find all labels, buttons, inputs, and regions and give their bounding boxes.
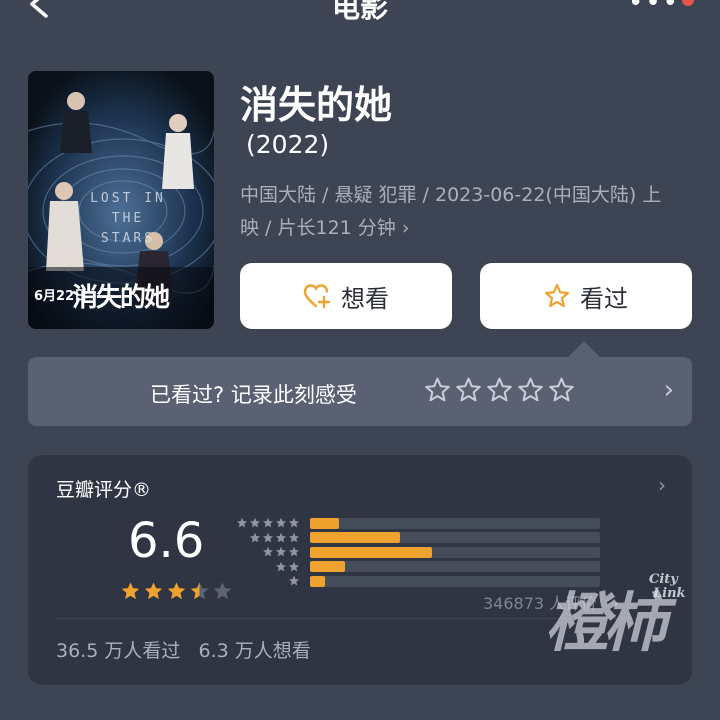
star-half-icon xyxy=(190,582,209,600)
star-outline-icon[interactable] xyxy=(517,377,544,404)
page-title: 电影 xyxy=(331,0,388,24)
distribution-row-4 xyxy=(236,531,600,546)
douban-score-stars xyxy=(120,581,233,602)
chevron-right-icon[interactable]: › xyxy=(664,375,674,405)
star-outline-icon[interactable] xyxy=(424,377,451,404)
prompt-pointer xyxy=(568,341,600,357)
distribution-row-5 xyxy=(236,516,600,531)
star-small-icon xyxy=(276,547,286,557)
star-small-icon xyxy=(289,561,299,572)
heart-plus-icon xyxy=(303,284,331,309)
distribution-row-3 xyxy=(236,545,600,560)
rate-prompt-text: 已看过? 记录此刻感受 xyxy=(150,383,357,407)
distribution-stars xyxy=(236,532,300,544)
more-dots-icon: ••• xyxy=(627,0,680,18)
distribution-stars xyxy=(236,561,300,573)
star-small-icon xyxy=(237,518,247,528)
star-outline-icon[interactable] xyxy=(548,377,575,404)
star-outline-icon[interactable] xyxy=(455,377,482,404)
distribution-bar xyxy=(310,575,325,587)
citylink-watermark-logo: 橙柿 City Link xyxy=(545,568,715,688)
distribution-track xyxy=(310,517,600,529)
want-to-watch-button[interactable]: 想看 xyxy=(240,263,452,329)
rate-star-picker[interactable] xyxy=(424,377,575,404)
douban-score-label: 豆瓣评分® xyxy=(56,479,152,501)
top-nav-bar: 电影 ••• xyxy=(0,0,720,28)
star-filled-icon xyxy=(167,582,186,600)
star-outline-icon xyxy=(544,283,570,308)
watermark-link: Link xyxy=(653,586,686,601)
distribution-stars xyxy=(236,546,300,558)
distribution-bar xyxy=(310,517,339,529)
star-small-icon xyxy=(289,547,299,557)
distribution-stars xyxy=(236,517,300,529)
watermark-text: 橙柿 xyxy=(545,586,667,661)
star-small-icon xyxy=(289,518,299,528)
star-filled-icon xyxy=(144,582,163,600)
want-count: 6.3 万人想看 xyxy=(198,640,311,662)
seen-count: 36.5 万人看过 xyxy=(56,640,181,662)
meta-line-2-wrap: 映 / 片长121 分钟 › xyxy=(240,212,700,245)
star-small-icon xyxy=(263,518,273,528)
more-button[interactable]: ••• xyxy=(628,0,680,18)
chevron-right-icon[interactable]: › xyxy=(658,473,666,497)
star-filled-icon xyxy=(121,582,140,600)
star-empty-icon xyxy=(213,582,232,600)
star-small-icon xyxy=(263,532,273,543)
star-small-icon xyxy=(276,518,286,528)
douban-score-value: 6.6 xyxy=(128,513,205,569)
distribution-track xyxy=(310,546,600,558)
star-small-icon xyxy=(276,532,286,543)
star-small-icon xyxy=(289,576,299,586)
distribution-bar xyxy=(310,532,400,544)
movie-title: 消失的她 xyxy=(240,83,393,127)
star-outline-icon[interactable] xyxy=(486,377,513,404)
movie-poster[interactable]: LOST IN THE STARS 6月22日 消失的她 xyxy=(28,71,214,329)
star-small-icon xyxy=(263,547,273,557)
distribution-bar xyxy=(310,561,345,573)
poster-english-title: LOST IN THE STARS xyxy=(90,191,166,246)
poster-chinese-title: 消失的她 xyxy=(72,283,170,313)
movie-meta-info[interactable]: 中国大陆 / 悬疑 犯罪 / 2023-06-22(中国大陆) 上 映 / 片长… xyxy=(240,179,700,245)
distribution-bar xyxy=(310,546,432,558)
meta-line-2: 映 / 片长121 分钟 xyxy=(240,217,396,239)
star-small-icon xyxy=(289,532,299,543)
chevron-right-icon: › xyxy=(401,217,410,239)
watermark-city: City xyxy=(649,572,678,587)
distribution-track xyxy=(310,532,600,544)
audience-stats: 36.5 万人看过 6.3 万人想看 xyxy=(56,636,311,663)
rate-prompt-bar[interactable]: 已看过? 记录此刻感受 › xyxy=(28,357,692,426)
movie-year: (2022) xyxy=(246,130,330,159)
distribution-stars xyxy=(236,575,300,587)
want-to-watch-label: 想看 xyxy=(341,284,389,313)
star-small-icon xyxy=(276,561,286,572)
watched-label: 看过 xyxy=(580,284,628,313)
star-small-icon xyxy=(250,532,260,543)
star-small-icon xyxy=(250,518,260,528)
watched-button[interactable]: 看过 xyxy=(480,263,692,329)
meta-line-1: 中国大陆 / 悬疑 犯罪 / 2023-06-22(中国大陆) 上 xyxy=(240,184,662,206)
